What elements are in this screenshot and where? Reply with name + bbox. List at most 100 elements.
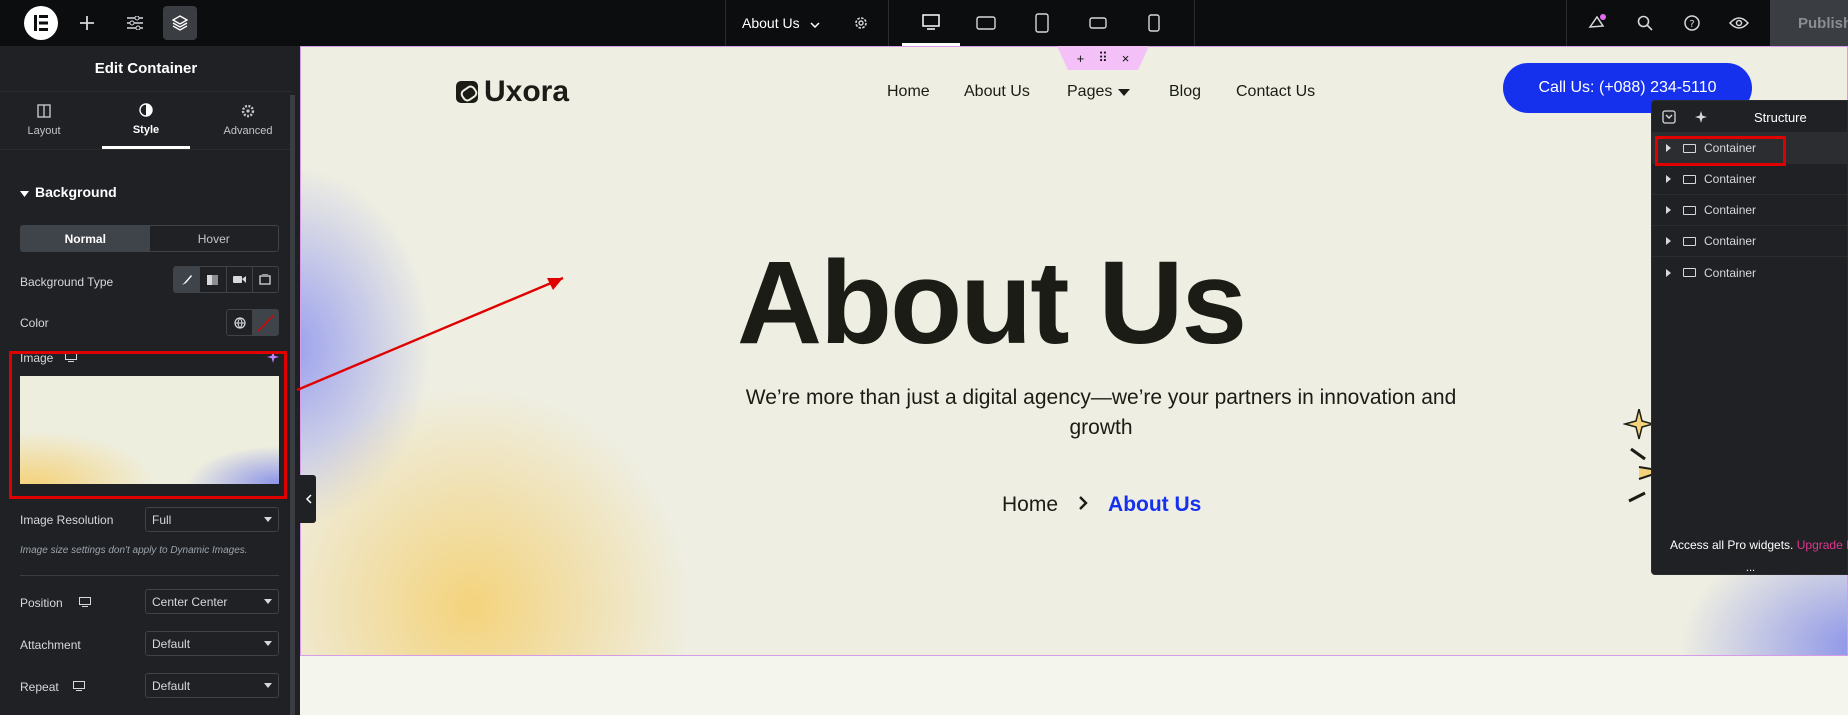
mobile-icon[interactable] bbox=[1125, 0, 1183, 46]
layout-icon bbox=[37, 104, 51, 121]
image-resolution-label: Image Resolution bbox=[20, 513, 114, 527]
tablet-icon[interactable] bbox=[1013, 0, 1071, 46]
position-label-row: Position bbox=[20, 596, 91, 610]
tab-normal[interactable]: Normal bbox=[21, 226, 150, 251]
nav-blog[interactable]: Blog bbox=[1169, 83, 1201, 101]
settings-sliders-icon[interactable] bbox=[124, 0, 146, 46]
slideshow-icon[interactable] bbox=[253, 267, 278, 292]
expand-icon[interactable] bbox=[1666, 175, 1671, 183]
breadcrumb: Home About Us bbox=[1002, 493, 1201, 517]
responsive-desktop-icon[interactable] bbox=[72, 680, 85, 694]
structure-resize-handle[interactable]: ... bbox=[1652, 562, 1848, 574]
repeat-select[interactable]: Default bbox=[145, 673, 279, 698]
image-resolution-select[interactable]: Full bbox=[145, 507, 279, 532]
color-control bbox=[226, 309, 279, 336]
responsive-desktop-icon[interactable] bbox=[78, 596, 91, 610]
nav-about[interactable]: About Us bbox=[964, 83, 1030, 101]
preview-eye-icon[interactable] bbox=[1728, 0, 1750, 46]
chevron-down-icon bbox=[264, 599, 272, 604]
global-colors-icon[interactable] bbox=[227, 310, 253, 335]
brand-name: Uxora bbox=[484, 75, 570, 108]
drag-handle-icon[interactable]: ⠿ bbox=[1098, 50, 1108, 66]
attachment-select[interactable]: Default bbox=[145, 631, 279, 656]
tab-advanced[interactable]: Advanced bbox=[204, 92, 292, 149]
background-type-control bbox=[173, 266, 279, 293]
nav-contact[interactable]: Contact Us bbox=[1236, 83, 1315, 101]
style-icon bbox=[139, 102, 153, 120]
add-icon[interactable]: + bbox=[1077, 51, 1085, 66]
tab-layout[interactable]: Layout bbox=[0, 92, 88, 149]
structure-header: Structure bbox=[1652, 101, 1847, 133]
add-icon[interactable] bbox=[76, 0, 98, 46]
background-type-label: Background Type bbox=[20, 275, 114, 289]
collapse-panel-icon[interactable] bbox=[300, 475, 316, 523]
expand-icon[interactable] bbox=[1666, 237, 1671, 245]
structure-highlight-frame bbox=[1655, 136, 1786, 166]
structure-item[interactable]: Container bbox=[1652, 257, 1848, 288]
position-label: Position bbox=[20, 596, 63, 610]
attachment-value: Default bbox=[152, 636, 191, 651]
repeat-label: Repeat bbox=[20, 680, 59, 694]
structure-layers-icon[interactable] bbox=[163, 6, 197, 40]
background-image-preview[interactable] bbox=[20, 376, 279, 484]
container-icon bbox=[1683, 268, 1696, 277]
panel-scrollbar[interactable] bbox=[290, 95, 295, 715]
expand-icon[interactable] bbox=[1666, 206, 1671, 214]
attachment-label: Attachment bbox=[20, 638, 81, 652]
desktop-icon[interactable] bbox=[902, 0, 960, 46]
site-logo[interactable]: Uxora bbox=[456, 75, 569, 109]
state-tabs: Normal Hover bbox=[20, 225, 279, 252]
chevron-down-icon bbox=[264, 683, 272, 688]
svg-text:?: ? bbox=[1689, 19, 1694, 30]
container-handle[interactable]: + ⠿ × bbox=[1057, 46, 1149, 70]
position-select[interactable]: Center Center bbox=[145, 589, 279, 614]
structure-item-label: Container bbox=[1704, 265, 1757, 280]
mobile-landscape-icon[interactable] bbox=[1069, 0, 1127, 46]
divider bbox=[725, 0, 726, 46]
close-icon[interactable]: × bbox=[1122, 51, 1130, 66]
section-divider bbox=[20, 575, 279, 576]
repeat-value: Default bbox=[152, 678, 191, 693]
caret-down-icon bbox=[1118, 88, 1131, 96]
structure-item[interactable]: Container bbox=[1652, 226, 1848, 257]
tablet-landscape-icon[interactable] bbox=[957, 0, 1015, 46]
uxora-logo-icon bbox=[456, 81, 478, 103]
upgrade-link[interactable]: Upgrade N bbox=[1797, 538, 1848, 552]
background-section-toggle[interactable]: Background bbox=[20, 184, 117, 200]
breadcrumb-home[interactable]: Home bbox=[1002, 493, 1058, 517]
gear-icon[interactable] bbox=[850, 0, 872, 46]
color-swatch[interactable] bbox=[253, 310, 278, 335]
ai-sparkle-icon[interactable] bbox=[1694, 110, 1708, 127]
elementor-logo-icon[interactable] bbox=[24, 6, 58, 40]
publish-button[interactable]: Publish bbox=[1770, 0, 1848, 46]
help-icon[interactable]: ? bbox=[1681, 0, 1703, 46]
chevron-down-icon bbox=[264, 517, 272, 522]
chevron-down-icon bbox=[264, 641, 272, 646]
chevron-right-icon bbox=[1078, 493, 1088, 517]
divider bbox=[1194, 0, 1195, 46]
section-title: Background bbox=[35, 184, 117, 200]
whats-new-icon[interactable] bbox=[1586, 0, 1608, 46]
search-icon[interactable] bbox=[1634, 0, 1656, 46]
nav-home[interactable]: Home bbox=[887, 83, 930, 101]
page-title[interactable]: About Us bbox=[742, 0, 820, 46]
breadcrumb-current: About Us bbox=[1108, 493, 1202, 516]
tab-hover[interactable]: Hover bbox=[150, 226, 279, 251]
video-icon[interactable] bbox=[227, 267, 253, 292]
gradient-icon[interactable] bbox=[200, 267, 227, 292]
nav-pages[interactable]: Pages bbox=[1067, 83, 1131, 101]
chevron-down-icon[interactable] bbox=[810, 15, 820, 31]
panel-tabs: Layout Style Advanced bbox=[0, 92, 292, 150]
image-note: Image size settings don't apply to Dynam… bbox=[20, 545, 248, 556]
collapse-structure-icon[interactable] bbox=[1662, 110, 1676, 127]
tab-style[interactable]: Style bbox=[102, 92, 190, 149]
image-resolution-value: Full bbox=[152, 512, 172, 527]
panel-title: Edit Container bbox=[0, 46, 292, 92]
tab-layout-label: Layout bbox=[27, 125, 61, 137]
structure-item[interactable]: Container bbox=[1652, 195, 1848, 226]
pro-text: Access all Pro widgets. bbox=[1670, 538, 1794, 552]
structure-item[interactable]: Container bbox=[1652, 164, 1848, 195]
nav-pages-label: Pages bbox=[1067, 83, 1113, 100]
brush-icon[interactable] bbox=[174, 267, 201, 292]
expand-icon[interactable] bbox=[1666, 268, 1671, 277]
